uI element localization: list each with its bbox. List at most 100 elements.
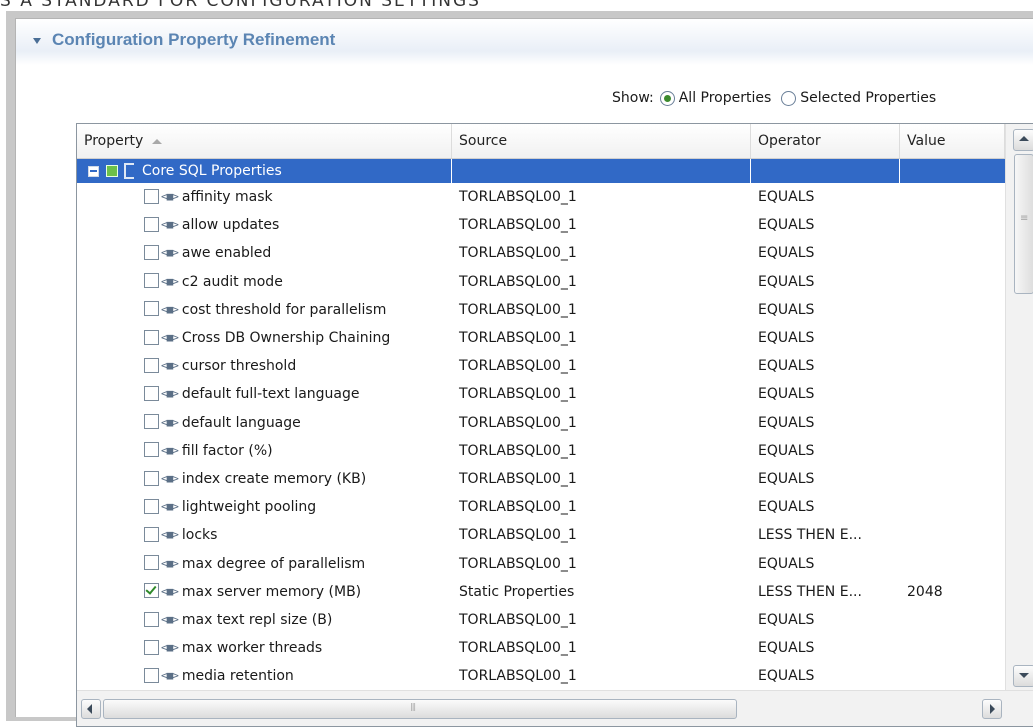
value-cell[interactable]: [900, 324, 1005, 352]
radio-selected-properties[interactable]: [781, 90, 797, 106]
operator-cell[interactable]: LESS THEN E...: [751, 521, 900, 549]
table-row[interactable]: <■> c2 audit mode TORLABSQL00_1 EQUALS: [77, 268, 1005, 296]
row-checkbox[interactable]: [144, 611, 159, 627]
row-checkbox[interactable]: [144, 526, 159, 542]
value-cell[interactable]: [900, 634, 1005, 662]
operator-cell[interactable]: EQUALS: [751, 268, 900, 296]
value-cell[interactable]: [900, 465, 1005, 493]
sort-ascending-icon: [152, 138, 163, 144]
operator-cell[interactable]: EQUALS: [751, 352, 900, 380]
row-checkbox[interactable]: [144, 583, 159, 599]
row-checkbox[interactable]: [144, 244, 159, 260]
operator-cell[interactable]: EQUALS: [751, 324, 900, 352]
value-cell[interactable]: 2048: [900, 578, 1005, 606]
table-row[interactable]: <■> Cross DB Ownership Chaining TORLABSQL0…: [77, 324, 1005, 352]
horizontal-scrollbar[interactable]: [77, 690, 1033, 726]
property-cell: <■> c2 audit mode: [77, 268, 452, 296]
column-header-operator[interactable]: Operator: [751, 124, 900, 158]
row-checkbox[interactable]: [144, 442, 159, 458]
source-cell: TORLABSQL00_1: [459, 189, 577, 205]
table-row[interactable]: <■> max worker threads TORLABSQL00_1 EQUALS: [77, 634, 1005, 662]
column-header-property[interactable]: Property: [77, 124, 452, 158]
value-cell[interactable]: [900, 183, 1005, 211]
table-row[interactable]: <■> lightweight pooling TORLABSQL00_1 EQUAL…: [77, 493, 1005, 521]
value-cell[interactable]: [900, 296, 1005, 324]
column-header-value[interactable]: Value: [900, 124, 1005, 158]
row-checkbox[interactable]: [144, 639, 159, 655]
radio-all-properties[interactable]: [659, 90, 675, 106]
operator-cell[interactable]: LESS THEN E...: [751, 578, 900, 606]
operator-cell[interactable]: EQUALS: [751, 606, 900, 634]
property-cell: <■> awe enabled: [77, 239, 452, 267]
table-row[interactable]: <■> locks TORLABSQL00_1 LESS THEN E...: [77, 521, 1005, 549]
source-cell: TORLABSQL00_1: [459, 471, 577, 487]
table-row[interactable]: <■> cursor threshold TORLABSQL00_1 EQUALS: [77, 352, 1005, 380]
horizontal-scroll-thumb[interactable]: [103, 699, 737, 719]
value-cell[interactable]: [900, 493, 1005, 521]
value-cell[interactable]: [900, 550, 1005, 578]
expand-triangle-icon[interactable]: [33, 38, 41, 44]
row-checkbox[interactable]: [144, 188, 159, 204]
source-cell: TORLABSQL00_1: [459, 301, 577, 318]
table-row[interactable]: <■> allow updates TORLABSQL00_1 EQUALS: [77, 211, 1005, 239]
operator-cell[interactable]: EQUALS: [751, 296, 900, 324]
value-cell[interactable]: [900, 268, 1005, 296]
table-row[interactable]: <■> awe enabled TORLABSQL00_1 EQUALS: [77, 239, 1005, 267]
table-row[interactable]: <■> default language TORLABSQL00_1 EQUALS: [77, 409, 1005, 437]
vertical-scrollbar[interactable]: [1005, 124, 1033, 690]
value-cell[interactable]: [900, 606, 1005, 634]
row-checkbox[interactable]: [144, 329, 159, 345]
row-checkbox[interactable]: [144, 301, 159, 317]
collapse-icon[interactable]: [88, 165, 99, 177]
table-row[interactable]: <■> fill factor (%) TORLABSQL00_1 EQUALS: [77, 437, 1005, 465]
radio-selected-properties-label[interactable]: Selected Properties: [800, 90, 936, 106]
row-checkbox[interactable]: [144, 216, 159, 232]
scroll-up-button[interactable]: [1013, 129, 1033, 151]
section-header[interactable]: Configuration Property Refinement: [16, 19, 1033, 65]
table-row[interactable]: <■> media retention TORLABSQL00_1 EQUALS: [77, 662, 1005, 690]
table-row[interactable]: <■> max server memory (MB) Static Properti…: [77, 578, 1005, 606]
operator-cell[interactable]: EQUALS: [751, 634, 900, 662]
operator-cell[interactable]: EQUALS: [751, 239, 900, 267]
table-row[interactable]: <■> default full-text language TORLABSQL00…: [77, 380, 1005, 408]
row-checkbox[interactable]: [144, 357, 159, 373]
operator-cell[interactable]: EQUALS: [751, 662, 900, 690]
value-cell[interactable]: [900, 521, 1005, 549]
value-cell[interactable]: [900, 239, 1005, 267]
row-checkbox[interactable]: [144, 385, 159, 401]
table-row[interactable]: <■> affinity mask TORLABSQL00_1 EQUALS: [77, 183, 1005, 211]
value-cell[interactable]: [900, 662, 1005, 690]
value-cell[interactable]: [900, 380, 1005, 408]
group-check-icon[interactable]: [106, 165, 118, 177]
value-cell[interactable]: [900, 211, 1005, 239]
table-row[interactable]: <■> index create memory (KB) TORLABSQL00_1…: [77, 465, 1005, 493]
scroll-right-button[interactable]: [982, 699, 1002, 719]
table-row[interactable]: <■> max degree of parallelism TORLABSQL00_…: [77, 550, 1005, 578]
row-checkbox[interactable]: [144, 414, 159, 430]
vertical-scroll-thumb[interactable]: [1014, 154, 1033, 294]
operator-cell[interactable]: EQUALS: [751, 437, 900, 465]
value-cell[interactable]: [900, 352, 1005, 380]
row-checkbox[interactable]: [144, 470, 159, 486]
operator-cell[interactable]: EQUALS: [751, 380, 900, 408]
table-row[interactable]: <■> max text repl size (B) TORLABSQL00_1 EQ…: [77, 606, 1005, 634]
group-row-core-sql[interactable]: Core SQL Properties: [77, 159, 1005, 183]
operator-cell[interactable]: EQUALS: [751, 550, 900, 578]
scroll-left-button[interactable]: [81, 699, 101, 719]
row-checkbox[interactable]: [144, 667, 159, 683]
operator-cell[interactable]: EQUALS: [751, 211, 900, 239]
row-checkbox[interactable]: [144, 498, 159, 514]
value-cell[interactable]: [900, 409, 1005, 437]
operator-cell[interactable]: EQUALS: [751, 465, 900, 493]
row-checkbox[interactable]: [144, 555, 159, 571]
property-cell: <■> max worker threads: [77, 634, 452, 662]
scroll-down-button[interactable]: [1013, 665, 1033, 687]
column-header-source[interactable]: Source: [452, 124, 751, 158]
table-row[interactable]: <■> cost threshold for parallelism TORLABS…: [77, 296, 1005, 324]
operator-cell[interactable]: EQUALS: [751, 409, 900, 437]
operator-cell[interactable]: EQUALS: [751, 493, 900, 521]
operator-cell[interactable]: EQUALS: [751, 183, 900, 211]
row-checkbox[interactable]: [144, 273, 159, 289]
value-cell[interactable]: [900, 437, 1005, 465]
radio-all-properties-label[interactable]: All Properties: [679, 90, 772, 106]
